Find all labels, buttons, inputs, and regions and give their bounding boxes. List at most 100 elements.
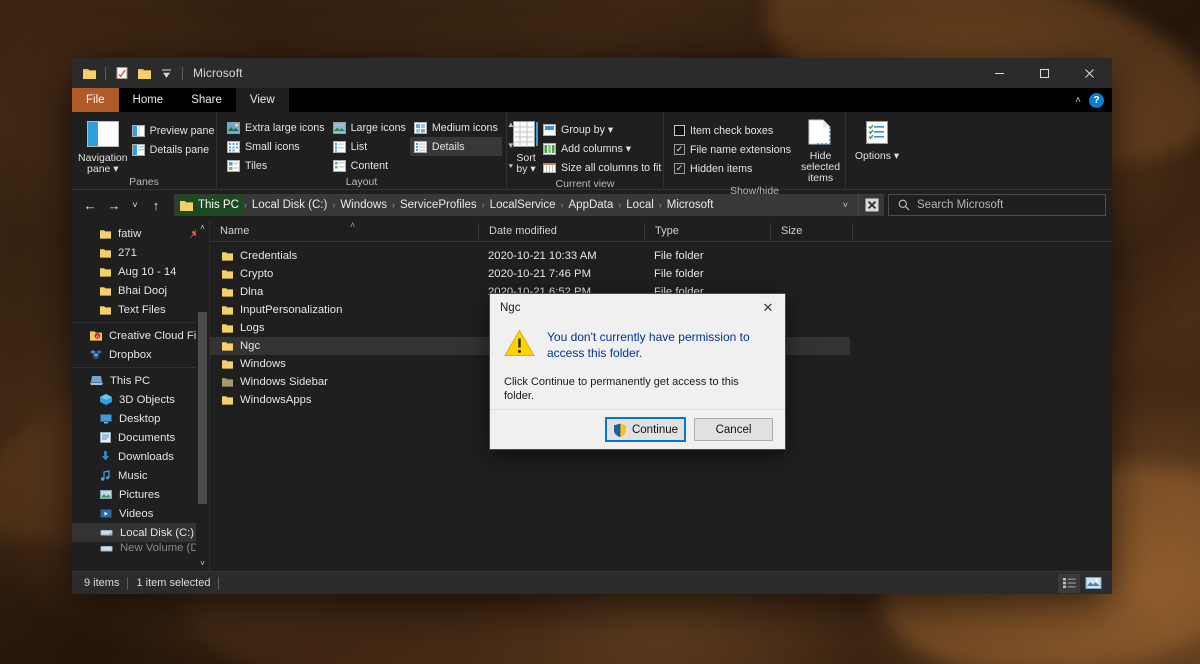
navigation-pane-label: Navigation pane ▾ [78, 152, 128, 175]
item-check-boxes-option[interactable]: Item check boxes [670, 121, 795, 140]
nav-item-fatiw[interactable]: fatiw 📌 [72, 224, 209, 243]
back-button[interactable]: ← [78, 193, 102, 217]
dialog-heading: You don't currently have permission to a… [547, 330, 750, 360]
details-pane-icon [131, 143, 145, 156]
column-header-size[interactable]: Size [770, 222, 852, 239]
nav-item-desktop[interactable]: Desktop [72, 409, 209, 428]
tab-share[interactable]: Share [177, 88, 236, 112]
up-button[interactable]: ↑ [144, 193, 168, 217]
nav-item-dropbox[interactable]: Dropbox [72, 345, 209, 364]
layout-content[interactable]: Content [329, 156, 410, 175]
breadcrumb-tail: ˅ [835, 194, 884, 216]
title-bar[interactable]: Microsoft [72, 58, 1112, 88]
hidden-items-option[interactable]: Hidden items [670, 159, 795, 178]
recent-locations-button[interactable]: ˅ [126, 193, 144, 217]
continue-button[interactable]: Continue [605, 417, 686, 442]
group-by-button[interactable]: Group by ▾ [539, 120, 665, 139]
layout-medium-icons[interactable]: Medium icons [410, 118, 502, 137]
nav-item-new-volume-d[interactable]: New Volume (D: [72, 542, 209, 554]
hide-selected-items-button[interactable]: Hide selected items [801, 117, 840, 184]
properties-icon[interactable] [112, 63, 132, 83]
item-check-boxes-checkbox[interactable] [674, 125, 685, 136]
breadcrumb-item-appdata[interactable]: AppData [564, 199, 619, 211]
layout-list[interactable]: List [329, 137, 410, 156]
nav-item-local-disk-c[interactable]: Local Disk (C:) [72, 523, 209, 542]
navigation-pane-scroll-thumb[interactable] [198, 312, 207, 504]
small-icons-icon [227, 140, 240, 153]
scroll-up-icon[interactable]: ˄ [200, 220, 205, 235]
nav-item-pictures[interactable]: Pictures [72, 485, 209, 504]
layout-extra-large-icons[interactable]: Extra large icons [223, 118, 329, 137]
layout-details[interactable]: Details [409, 137, 502, 156]
tab-file[interactable]: File [72, 88, 119, 112]
close-button[interactable] [1067, 58, 1112, 88]
nav-item-271[interactable]: 271 [72, 243, 209, 262]
options-button[interactable]: Options ▾ [852, 119, 902, 162]
add-columns-button[interactable]: Add columns ▾ [539, 139, 665, 158]
nav-item-bhai-dooj[interactable]: Bhai Dooj [72, 281, 209, 300]
column-header-type[interactable]: Type [644, 222, 770, 239]
navigation-pane-button[interactable]: Navigation pane ▾ [78, 119, 128, 175]
details-pane-button[interactable]: Details pane [128, 140, 219, 159]
folder-icon [100, 305, 111, 315]
breadcrumb-item-localservice[interactable]: LocalService [485, 199, 561, 211]
dialog-close-button[interactable]: ✕ [751, 294, 785, 322]
nav-item-label: Creative Cloud Fil [109, 329, 199, 342]
large-icons-view-button[interactable] [1082, 574, 1104, 593]
minimize-button[interactable] [977, 58, 1022, 88]
nav-item-3d-objects[interactable]: 3D Objects [72, 390, 209, 409]
sort-by-button[interactable]: Sort by ▾ [513, 119, 539, 175]
breadcrumb-item-serviceprofiles[interactable]: ServiceProfiles [395, 199, 482, 211]
breadcrumb-item-local-disk[interactable]: Local Disk (C:) [247, 199, 332, 211]
nav-item-music[interactable]: Music [72, 466, 209, 485]
hidden-items-checkbox[interactable] [674, 163, 685, 174]
current-view-items: Group by ▾ Add columns ▾ Size all column… [539, 120, 665, 177]
divider [182, 66, 183, 80]
nav-item-downloads[interactable]: Downloads [72, 447, 209, 466]
breadcrumb-item-microsoft[interactable]: Microsoft [662, 199, 719, 211]
breadcrumb-root-this-pc[interactable]: This PC [177, 195, 244, 215]
tab-home[interactable]: Home [119, 88, 178, 112]
folder-icon[interactable] [79, 63, 99, 83]
file-name-label: Ngc [240, 340, 261, 352]
maximize-button[interactable] [1022, 58, 1067, 88]
dialog-title-bar[interactable]: Ngc ✕ [490, 294, 785, 322]
search-input[interactable]: Search Microsoft [888, 194, 1106, 216]
new-folder-icon[interactable] [134, 63, 154, 83]
hide-selected-items-icon [808, 119, 834, 148]
table-row[interactable]: Crypto 2020-10-21 7:46 PM File folder [210, 265, 1112, 283]
breadcrumb-item-local[interactable]: Local [621, 199, 659, 211]
chevron-up-icon[interactable]: ˄ [1075, 95, 1081, 106]
customize-dropdown-icon[interactable] [156, 63, 176, 83]
cancel-button[interactable]: Cancel [694, 418, 773, 441]
layout-large-icons[interactable]: Large icons [329, 118, 410, 137]
nav-item-label: Desktop [119, 412, 161, 425]
ribbon-tab-actions: ˄ ? [1075, 88, 1112, 112]
column-header-name[interactable]: Name [210, 223, 478, 239]
medium-icons-icon [413, 121, 427, 134]
nav-item-this-pc[interactable]: This PC [72, 371, 209, 390]
nav-item-videos[interactable]: Videos [72, 504, 209, 523]
nav-item-text-files[interactable]: Text Files [72, 300, 209, 319]
breadcrumb-item-windows[interactable]: Windows [335, 199, 392, 211]
breadcrumb-item-label: This PC [198, 199, 239, 211]
tab-view[interactable]: View [235, 88, 289, 112]
drive-icon [100, 530, 113, 536]
scroll-down-icon[interactable]: ˅ [200, 556, 205, 571]
layout-small-icons[interactable]: Small icons [223, 137, 329, 156]
layout-tiles[interactable]: Tiles [223, 156, 329, 175]
size-all-columns-button[interactable]: Size all columns to fit [539, 158, 665, 177]
preview-pane-button[interactable]: Preview pane [128, 121, 219, 140]
file-name-extensions-option[interactable]: File name extensions [670, 140, 795, 159]
file-name-extensions-checkbox[interactable] [674, 144, 685, 155]
nav-item-documents[interactable]: Documents [72, 428, 209, 447]
nav-item-creative-cloud-files[interactable]: A Creative Cloud Fil [72, 326, 209, 345]
nav-item-aug-10-14[interactable]: Aug 10 - 14 [72, 262, 209, 281]
stop-button[interactable] [858, 194, 884, 216]
forward-button[interactable]: → [102, 193, 126, 217]
column-header-date-modified[interactable]: Date modified [478, 222, 644, 239]
details-view-button[interactable] [1058, 573, 1080, 593]
help-icon[interactable]: ? [1089, 92, 1104, 108]
table-row[interactable]: Credentials 2020-10-21 10:33 AM File fol… [210, 247, 1112, 265]
chevron-down-icon[interactable]: ˅ [835, 200, 856, 210]
